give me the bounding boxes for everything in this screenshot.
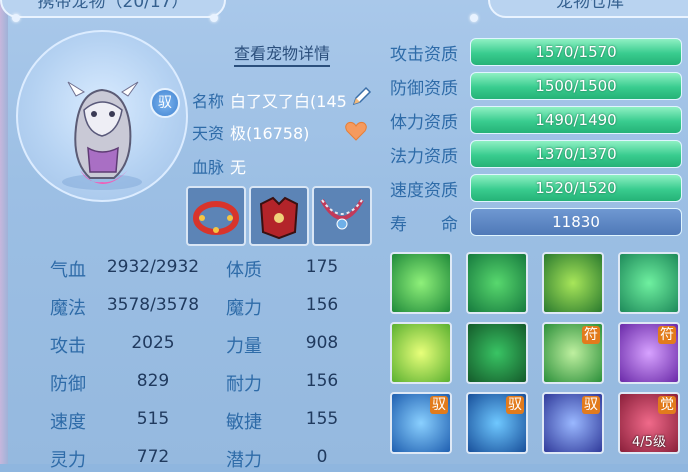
equip-slot-collar[interactable] [186,186,246,246]
tab-carried-pets[interactable]: 携带宠物（20/17） [0,0,226,18]
stat-value: 175 [305,257,339,277]
corner-ornament [12,14,20,22]
skill-tag-badge: 驭 [582,396,600,414]
necklace-icon [320,199,364,230]
collar-icon [193,201,239,235]
tab-pet-storage[interactable]: 宠物仓库 [488,0,688,18]
claw-grab-skill-icon[interactable] [466,322,528,384]
pet-bloodline-row: 血脉无 [192,154,246,178]
aptitude-label: 攻击资质 [390,45,458,65]
aptitude-value-bar: 1520/1520 [470,174,682,202]
aptitude-label: 天资 [192,124,225,143]
skill-tag-badge: 觉 [658,396,676,414]
aptitude-value-bar: 1570/1570 [470,38,682,66]
stat-label: 魔力 [226,298,262,319]
aptitude-value-bar: 1370/1370 [470,140,682,168]
stat-value: 515 [136,409,170,429]
stat-value: 829 [136,371,170,391]
stat-label: 防御 [50,374,86,395]
bloodline-value: 无 [230,158,247,177]
stat-value: 0 [316,447,328,467]
edit-name-pencil-icon[interactable] [350,84,374,108]
pet-name-row: 名称 白了又了白(145 [192,88,347,112]
wings-skill-icon[interactable] [390,252,452,314]
armor-icon [259,196,299,240]
skill-level-text: 4/5级 [632,435,666,450]
pet-aptitude-row: 天资 极(16758) [192,120,309,144]
stat-label: 耐力 [226,374,262,395]
stat-value: 2025 [131,333,175,353]
equip-slot-necklace[interactable] [312,186,372,246]
stat-label: 潜力 [226,450,262,471]
stat-value: 772 [136,447,170,467]
sword-skill-icon[interactable]: 符 [542,322,604,384]
aptitude-label: 法力资质 [390,147,458,167]
dash-runner-skill-icon[interactable] [618,252,680,314]
control-badge: 驭 [150,88,180,118]
water-vortex-skill-icon[interactable]: 驭 [466,392,528,454]
ice-shard-skill-icon[interactable]: 驭 [542,392,604,454]
corner-ornament [210,14,218,22]
aptitude-label: 寿 命 [390,215,458,235]
aptitude-value-bar: 11830 [470,208,682,236]
bloodline-label: 血脉 [192,158,225,177]
stat-label: 体质 [226,260,262,281]
skill-tag-badge: 符 [582,326,600,344]
stat-label: 魔法 [50,298,86,319]
name-label: 名称 [192,92,225,111]
skill-tag-badge: 符 [658,326,676,344]
stat-label: 速度 [50,412,86,433]
warrior-strike-skill-icon[interactable] [542,252,604,314]
name-value: 白了又了白(145 [230,92,347,111]
shield-skill-icon[interactable]: 驭 [390,392,452,454]
stat-value: 156 [305,295,339,315]
stat-label: 攻击 [50,336,86,357]
thunder-skill-icon[interactable]: 符 [618,322,680,384]
view-pet-details-link[interactable]: 查看宠物详情 [234,40,331,67]
skill-tag-badge: 驭 [430,396,448,414]
stat-value: 2932/2932 [106,257,200,277]
equip-slot-armor[interactable] [249,186,309,246]
aptitude-label: 体力资质 [390,113,458,133]
favorite-heart-icon[interactable] [344,120,368,142]
aptitude-value: 极(16758) [230,124,310,143]
aptitude-value-bar: 1490/1490 [470,106,682,134]
stat-label: 灵力 [50,450,86,471]
stat-value: 908 [305,333,339,353]
left-edge [0,0,8,464]
stat-label: 气血 [50,260,86,281]
aptitude-label: 防御资质 [390,79,458,99]
stat-label: 敏捷 [226,412,262,433]
aptitude-value-bar: 1500/1500 [470,72,682,100]
heart-skill-icon[interactable] [390,322,452,384]
aptitude-label: 速度资质 [390,181,458,201]
stat-value: 155 [305,409,339,429]
strength-figure-skill-icon[interactable] [466,252,528,314]
skill-tag-badge: 驭 [506,396,524,414]
corner-ornament [470,14,478,22]
stat-value: 156 [305,371,339,391]
stat-label: 力量 [226,336,262,357]
stat-value: 3578/3578 [106,295,200,315]
awaken-skill-icon[interactable]: 觉 4/5级 [618,392,680,454]
